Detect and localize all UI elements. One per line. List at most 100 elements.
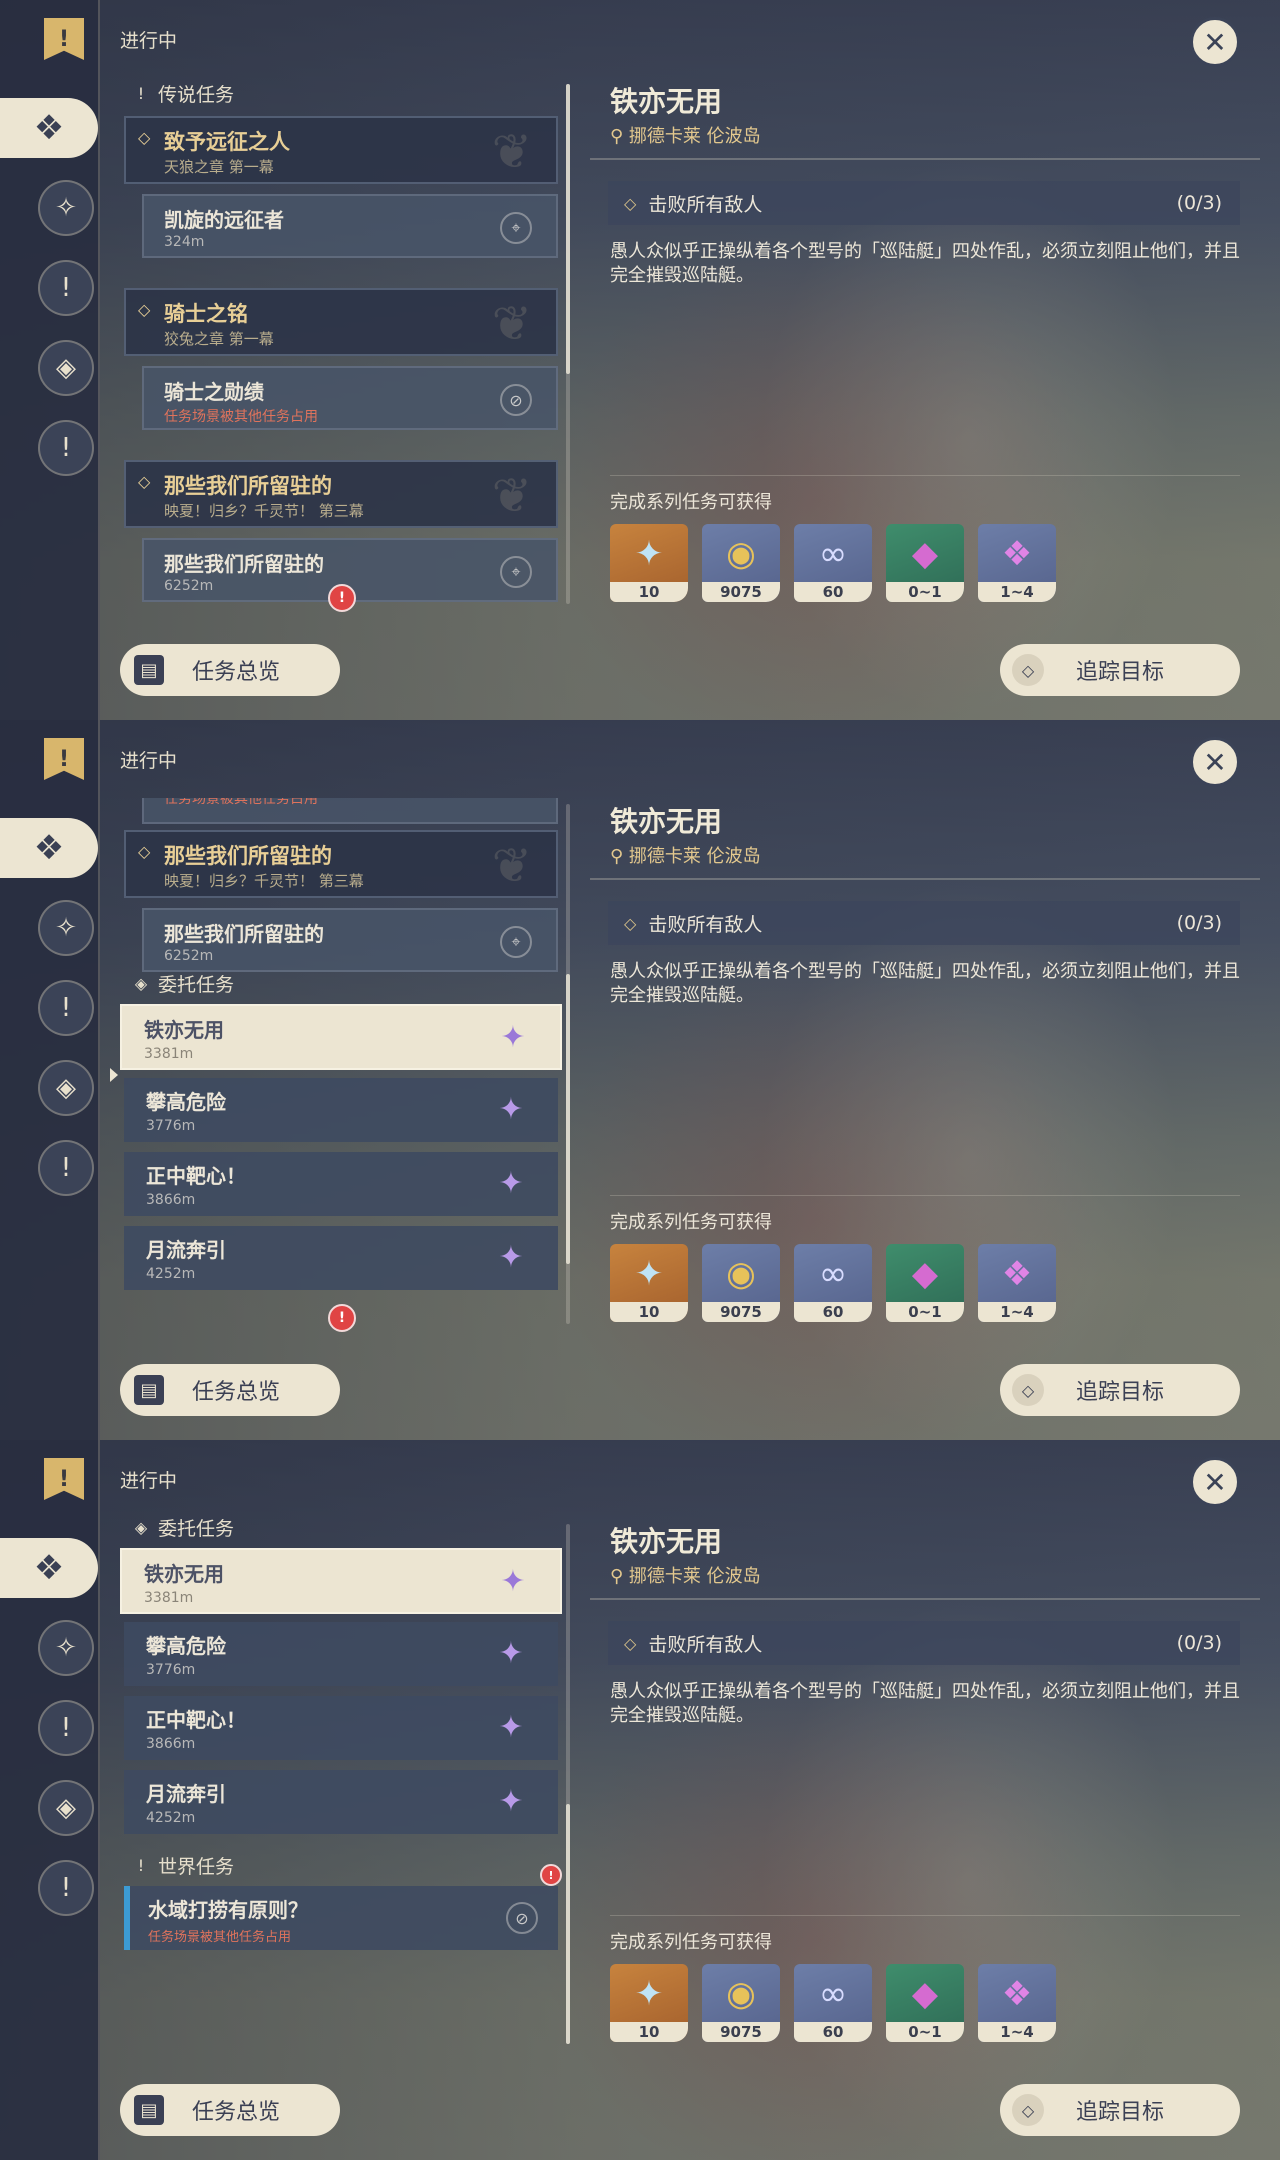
divider — [610, 475, 1240, 476]
quest-screen-3: ! ❖ ✧ ! ◈ ! 进行中 ✕ ◈ 委托任务 铁亦无用 3381m ✦ 攀高危险 3… — [0, 1440, 1280, 2160]
mora-icon: ◉ — [726, 534, 756, 574]
divider — [610, 1195, 1240, 1196]
category-rail: ! ❖ ✧ ! ◈ ! — [0, 0, 100, 720]
quest-book-icon[interactable]: ! — [44, 18, 84, 60]
category-rail: ! ❖ ✧ ! ◈ ! — [0, 720, 100, 1440]
rabbit-emblem-icon: ❦ — [491, 296, 532, 352]
archon-quest-tab-icon[interactable]: ✧ — [38, 1620, 94, 1676]
reward-crystal-cluster[interactable]: ❖ 1~4 — [978, 1964, 1056, 2042]
reward-primogem[interactable]: ✦ 10 — [610, 1964, 688, 2042]
alert-icon: ! — [540, 1864, 562, 1886]
commission-tab-icon[interactable]: ◈ — [38, 1780, 94, 1836]
rewards-label: 完成系列任务可获得 — [610, 1932, 772, 1953]
world-quest-tab-icon[interactable]: ! — [38, 1860, 94, 1916]
commission-star-icon: ✦ — [498, 1165, 524, 1201]
chapter-header[interactable]: ◇ 骑士之铭 狡兔之章 第一幕 ❦ — [124, 288, 558, 356]
category-rail: ! ❖ ✧ ! ◈ ! — [0, 1440, 100, 2160]
quest-book-icon[interactable]: ! — [44, 1458, 84, 1500]
primogem-icon: ✦ — [634, 1254, 664, 1294]
track-target-button[interactable]: ◇ 追踪目标 — [1000, 644, 1240, 696]
scroll-thumb[interactable] — [566, 1804, 570, 2044]
reward-crystal-chunk[interactable]: ◆ 0~1 — [886, 524, 964, 602]
reward-mora[interactable]: ◉ 9075 — [702, 524, 780, 602]
reward-crystal-chunk[interactable]: ◆ 0~1 — [886, 1244, 964, 1322]
quest-description: 愚人众似乎正操纵着各个型号的「巡陆艇」四处作乱，必须立刻阻止他们，并且完全摧毁巡… — [610, 241, 1240, 286]
quest-item[interactable]: 任务场景被其他任务占用 — [142, 798, 558, 824]
overview-icon: ▤ — [134, 2095, 164, 2125]
commission-item[interactable]: 正中靶心！ 3866m ✦ — [124, 1152, 558, 1216]
story-quest-tab-icon[interactable]: ! — [38, 980, 94, 1036]
commission-star-icon: ✦ — [498, 1783, 524, 1819]
divider — [590, 158, 1260, 160]
section-commission: ◈ 委托任务 — [132, 1518, 234, 1541]
section-legend: ! 传说任务 — [137, 84, 235, 106]
reward-primogem[interactable]: ✦ 10 — [610, 524, 688, 602]
commission-item[interactable]: 月流奔引 4252m ✦ — [124, 1770, 558, 1834]
commission-tab-icon[interactable]: ◈ — [38, 1060, 94, 1116]
alert-icon: ! — [328, 584, 356, 612]
quest-location: ⚲ 挪德卡莱 伦波岛 — [610, 846, 761, 867]
close-button[interactable]: ✕ — [1190, 737, 1240, 787]
reward-primogem[interactable]: ✦ 10 — [610, 1244, 688, 1322]
quest-item[interactable]: 那些我们所留驻的 6252m ⌖ — [142, 908, 558, 972]
close-button[interactable]: ✕ — [1190, 17, 1240, 67]
quest-screen-1: ! ❖ ✧ ! ◈ ! 进行中 ✕ ! 传说任务 ◇ 致予远征之人 天狼之章 第一幕 ❦… — [0, 0, 1280, 720]
overview-icon: ▤ — [134, 655, 164, 685]
world-quest-item[interactable]: 水域打捞有原则？ 任务场景被其他任务占用 ⊘ — [124, 1886, 558, 1950]
quest-overview-button[interactable]: ▤ 任务总览 — [120, 1364, 340, 1416]
chapter-header[interactable]: ◇ 致予远征之人 天狼之章 第一幕 ❦ — [124, 116, 558, 184]
world-quest-tab-icon[interactable]: ! — [38, 420, 94, 476]
crystal-chunk-icon: ◆ — [911, 1254, 939, 1294]
island-emblem-icon: ❦ — [491, 468, 532, 524]
close-button[interactable]: ✕ — [1190, 1457, 1240, 1507]
all-quests-tab-icon[interactable]: ❖ — [0, 1538, 98, 1598]
story-quest-tab-icon[interactable]: ! — [38, 1700, 94, 1756]
reward-mora[interactable]: ◉ 9075 — [702, 1244, 780, 1322]
quest-title: 铁亦无用 — [610, 85, 723, 118]
commission-item-selected[interactable]: 铁亦无用 3381m ✦ — [120, 1548, 562, 1614]
reward-crystal-chunk[interactable]: ◆ 0~1 — [886, 1964, 964, 2042]
chapter-header[interactable]: ◇ 那些我们所留驻的 映夏！归乡？千灵节！ 第三幕 ❦ — [124, 460, 558, 528]
reward-adventure-exp[interactable]: ∞ 60 — [794, 524, 872, 602]
world-quest-tab-icon[interactable]: ! — [38, 1140, 94, 1196]
chapter-header[interactable]: ◇ 那些我们所留驻的 映夏！归乡？千灵节！ 第三幕 ❦ — [124, 830, 558, 898]
scroll-thumb[interactable] — [566, 84, 570, 374]
selection-arrow-icon — [110, 1068, 118, 1082]
commission-item[interactable]: 攀高危险 3776m ✦ — [124, 1622, 558, 1686]
quest-location: ⚲ 挪德卡莱 伦波岛 — [610, 1566, 761, 1587]
track-target-button[interactable]: ◇ 追踪目标 — [1000, 1364, 1240, 1416]
commission-section-icon: ◈ — [134, 974, 148, 993]
commission-tab-icon[interactable]: ◈ — [38, 340, 94, 396]
track-target-button[interactable]: ◇ 追踪目标 — [1000, 2084, 1240, 2136]
reward-adventure-exp[interactable]: ∞ 60 — [794, 1964, 872, 2042]
quest-list: ◈ 委托任务 铁亦无用 3381m ✦ 攀高危险 3776m ✦ 正中靶心！ 3866m ✦ … — [118, 1518, 568, 2058]
all-quests-tab-icon[interactable]: ❖ — [0, 98, 98, 158]
story-quest-tab-icon[interactable]: ! — [38, 260, 94, 316]
quest-item[interactable]: 骑士之勋绩 任务场景被其他任务占用 ⊘ — [142, 366, 558, 430]
crystal-cluster-icon: ❖ — [1001, 1974, 1033, 2014]
commission-item[interactable]: 月流奔引 4252m ✦ — [124, 1226, 558, 1290]
objective-diamond-icon: ◇ — [624, 913, 637, 933]
quest-book-icon[interactable]: ! — [44, 738, 84, 780]
commission-section-icon: ◈ — [134, 1518, 148, 1537]
quest-overview-button[interactable]: ▤ 任务总览 — [120, 2084, 340, 2136]
reward-adventure-exp[interactable]: ∞ 60 — [794, 1244, 872, 1322]
archon-quest-tab-icon[interactable]: ✧ — [38, 180, 94, 236]
scroll-thumb[interactable] — [566, 974, 570, 1264]
blocked-icon: ⊘ — [500, 384, 532, 416]
commission-item-selected[interactable]: 铁亦无用 3381m ✦ — [120, 1004, 562, 1070]
commission-item[interactable]: 攀高危险 3776m ✦ — [124, 1078, 558, 1142]
divider — [610, 1915, 1240, 1916]
reward-crystal-cluster[interactable]: ❖ 1~4 — [978, 1244, 1056, 1322]
archon-quest-tab-icon[interactable]: ✧ — [38, 900, 94, 956]
divider — [590, 1598, 1260, 1600]
mora-icon: ◉ — [726, 1974, 756, 2014]
quest-description: 愚人众似乎正操纵着各个型号的「巡陆艇」四处作乱，必须立刻阻止他们，并且完全摧毁巡… — [610, 1681, 1240, 1726]
track-diamond-icon: ◇ — [1012, 2094, 1044, 2126]
commission-item[interactable]: 正中靶心！ 3866m ✦ — [124, 1696, 558, 1760]
quest-overview-button[interactable]: ▤ 任务总览 — [120, 644, 340, 696]
quest-item[interactable]: 凯旋的远征者 324m ⌖ — [142, 194, 558, 258]
reward-crystal-cluster[interactable]: ❖ 1~4 — [978, 524, 1056, 602]
reward-mora[interactable]: ◉ 9075 — [702, 1964, 780, 2042]
all-quests-tab-icon[interactable]: ❖ — [0, 818, 98, 878]
